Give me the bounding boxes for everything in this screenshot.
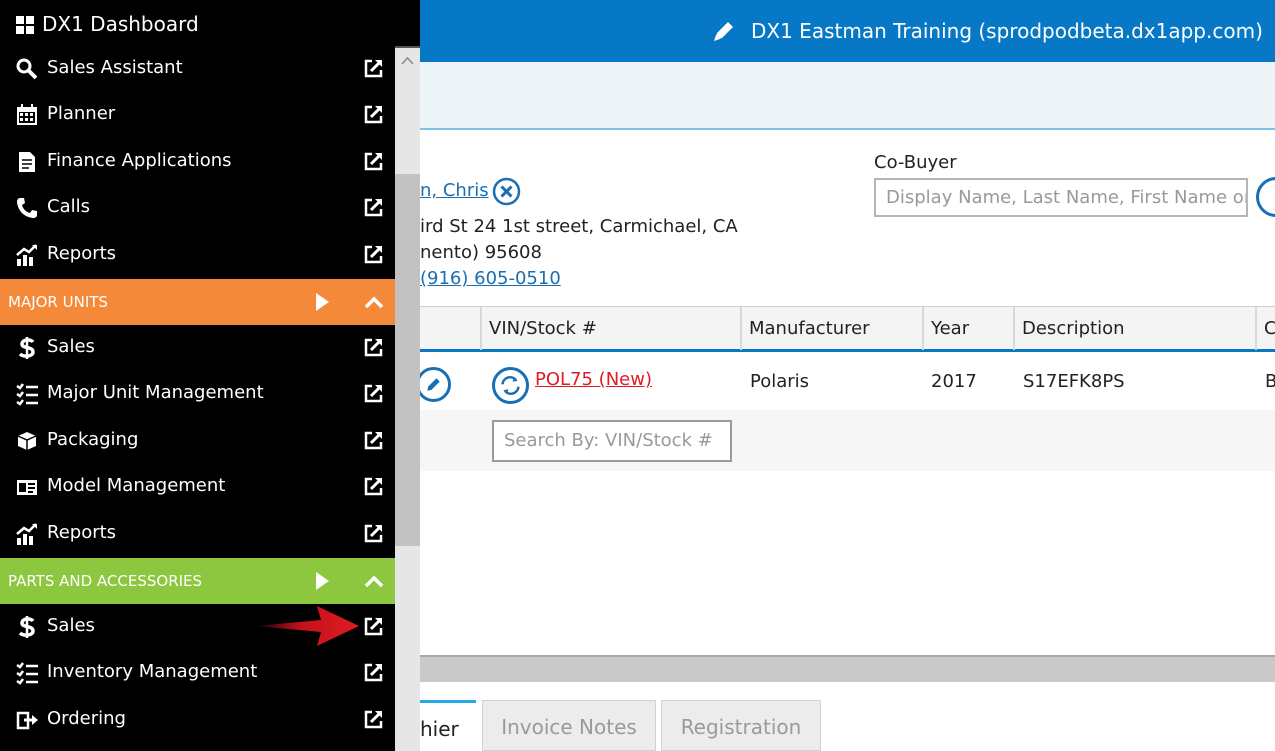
external-link-icon[interactable] — [363, 709, 384, 730]
chevron-up-icon[interactable] — [363, 292, 385, 312]
scrollbar-thumb[interactable] — [395, 174, 420, 546]
external-link-icon[interactable] — [363, 104, 384, 125]
sidebar-item-reports[interactable]: Reports — [0, 232, 395, 278]
section-major-units[interactable]: MAJOR UNITS — [0, 279, 395, 325]
list-icon — [16, 662, 38, 685]
annotation-arrow-icon — [255, 606, 359, 646]
dollar-icon — [18, 337, 35, 359]
sidebar-item-label: Sales Assistant — [47, 57, 183, 78]
column-header-manufacturer[interactable]: Manufacturer — [740, 307, 922, 350]
sidebar-item-major-sales[interactable]: Sales — [0, 325, 395, 371]
search-icon — [16, 58, 38, 80]
external-link-icon[interactable] — [363, 244, 384, 265]
chart-icon — [16, 523, 37, 545]
sidebar-item-calls[interactable]: Calls — [0, 185, 395, 231]
chevron-up-icon[interactable] — [363, 571, 385, 591]
stock-number-link[interactable]: POL75 (New) — [535, 369, 652, 390]
customer-phone-link[interactable]: (916) 605-0510 — [420, 268, 561, 289]
dollar-icon — [18, 616, 35, 638]
external-link-icon[interactable] — [363, 197, 384, 218]
cobuyer-search-input[interactable]: Display Name, Last Name, First Name or — [874, 178, 1248, 217]
sidebar-item-ordering[interactable]: Ordering — [0, 697, 395, 743]
windows-grid-icon — [16, 16, 34, 34]
sidebar-item-finance-applications[interactable]: Finance Applications — [0, 139, 395, 185]
external-link-icon[interactable] — [363, 430, 384, 451]
section-title: PARTS AND ACCESSORIES — [8, 572, 203, 590]
sidebar-item-label: Calls — [47, 196, 90, 217]
external-link-icon[interactable] — [363, 383, 384, 404]
sidebar-item-major-reports[interactable]: Reports — [0, 511, 395, 557]
play-icon[interactable] — [316, 572, 329, 590]
sidebar-header[interactable]: DX1 Dashboard — [0, 0, 420, 48]
column-header-description[interactable]: Description — [1013, 307, 1255, 350]
external-link-icon[interactable] — [363, 523, 384, 544]
sidebar-item-label: Reports — [47, 243, 117, 264]
edit-icon[interactable] — [416, 367, 451, 402]
swap-icon[interactable] — [492, 367, 529, 404]
sidebar-item-inventory-management[interactable]: Inventory Management — [0, 650, 395, 696]
list-icon — [16, 383, 38, 406]
vin-search-input[interactable]: Search By: VIN/Stock # — [492, 420, 732, 462]
order-icon — [16, 711, 38, 730]
column-header-year[interactable]: Year — [922, 307, 1013, 350]
external-link-icon[interactable] — [363, 151, 384, 172]
dealer-title: DX1 Eastman Training (sprodpodbeta.dx1ap… — [751, 19, 1263, 43]
units-table-header: VIN/Stock # Manufacturer Year Descriptio… — [420, 306, 1275, 352]
tab-registration[interactable]: Registration — [661, 700, 821, 751]
tab-invoice-notes[interactable]: Invoice Notes — [482, 700, 656, 751]
close-icon[interactable] — [492, 177, 521, 206]
section-parts-and-accessories[interactable]: PARTS AND ACCESSORIES — [0, 558, 395, 604]
sidebar-item-label: Sales — [47, 336, 95, 357]
phone-icon — [17, 198, 37, 218]
calendar-icon — [17, 104, 37, 125]
external-link-icon[interactable] — [363, 58, 384, 79]
sidebar-item-label: Inventory Management — [47, 661, 258, 682]
sidebar-item-label: Sales — [47, 615, 95, 636]
sidebar-item-sales-assistant[interactable]: Sales Assistant — [0, 46, 395, 92]
card-icon — [17, 480, 37, 495]
customer-name-link[interactable]: n, Chris — [420, 180, 489, 201]
cell-description: S17EFK8PS — [1023, 371, 1125, 392]
customer-address-line1: ird St 24 1st street, Carmichael, CA — [420, 216, 738, 237]
chart-icon — [16, 244, 37, 266]
external-link-icon[interactable] — [363, 616, 384, 637]
play-icon[interactable] — [316, 293, 329, 311]
sidebar-item-label: Major Unit Management — [47, 382, 264, 403]
sidebar-item-label: Packaging — [47, 429, 139, 450]
column-header-extra[interactable]: C — [1255, 307, 1275, 350]
sidebar-item-label: Ordering — [47, 708, 126, 729]
app-title: DX1 Dashboard — [42, 12, 199, 36]
pencil-icon[interactable] — [711, 18, 737, 44]
sidebar-item-major-unit-management[interactable]: Major Unit Management — [0, 371, 395, 417]
customer-address-line2: nento) 95608 — [420, 242, 542, 263]
external-link-icon[interactable] — [363, 476, 384, 497]
tab-cashier[interactable]: hier — [420, 700, 476, 751]
cobuyer-label: Co-Buyer — [874, 152, 957, 173]
external-link-icon[interactable] — [363, 337, 384, 358]
section-title: MAJOR UNITS — [8, 293, 108, 311]
document-icon — [19, 152, 35, 172]
cobuyer-search-button[interactable] — [1256, 177, 1275, 217]
external-link-icon[interactable] — [363, 662, 384, 683]
cell-year: 2017 — [931, 371, 977, 392]
sidebar-item-packaging[interactable]: Packaging — [0, 418, 395, 464]
box-icon — [17, 432, 37, 450]
sidebar-item-planner[interactable]: Planner — [0, 92, 395, 138]
sidebar-item-label: Reports — [47, 522, 117, 543]
sidebar-item-label: Model Management — [47, 475, 226, 496]
column-header-vin[interactable]: VIN/Stock # — [480, 307, 740, 350]
sidebar-item-label: Finance Applications — [47, 150, 232, 171]
cell-manufacturer: Polaris — [750, 371, 810, 392]
sidebar-item-model-management[interactable]: Model Management — [0, 464, 395, 510]
sidebar-item-label: Planner — [47, 103, 116, 124]
panel-divider — [420, 655, 1275, 682]
sidebar-scrollbar[interactable] — [395, 48, 420, 751]
chevron-up-icon[interactable] — [395, 48, 420, 74]
cell-extra: B — [1265, 371, 1275, 392]
